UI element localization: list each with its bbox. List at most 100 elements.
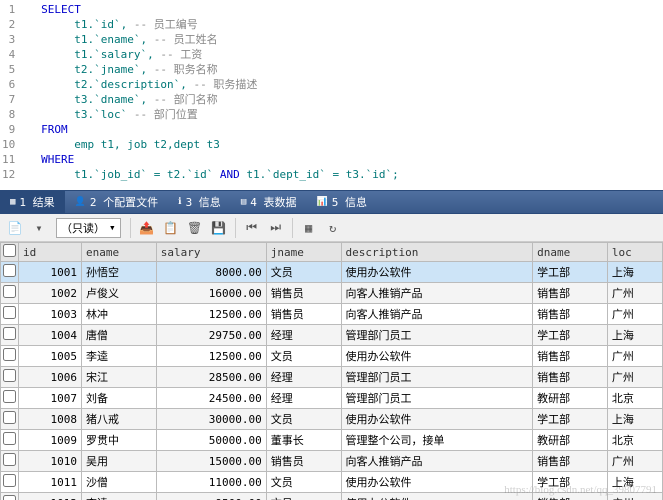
cell-ename[interactable]: 卢俊义 — [82, 283, 157, 304]
row-checkbox[interactable] — [3, 306, 16, 319]
cell-jname[interactable]: 经理 — [266, 388, 341, 409]
cell-salary[interactable]: 9500.00 — [156, 493, 266, 500]
cell-jname[interactable]: 文员 — [266, 346, 341, 367]
cell-id[interactable]: 1008 — [19, 409, 82, 430]
cell-loc[interactable]: 广州 — [607, 346, 662, 367]
cell-jname[interactable]: 文员 — [266, 493, 341, 500]
cell-dname[interactable]: 学工部 — [533, 325, 608, 346]
cell-id[interactable]: 1004 — [19, 325, 82, 346]
cell-loc[interactable]: 北京 — [607, 430, 662, 451]
cell-salary[interactable]: 15000.00 — [156, 451, 266, 472]
cell-dname[interactable]: 学工部 — [533, 472, 608, 493]
table-row[interactable]: 1004唐僧29750.00经理管理部门员工学工部上海 — [1, 325, 663, 346]
first-button[interactable]: ⏮ — [241, 217, 263, 239]
cell-loc[interactable]: 上海 — [607, 409, 662, 430]
tab-result[interactable]: ▦1 结果 — [0, 190, 65, 214]
cell-description[interactable]: 向客人推销产品 — [341, 283, 533, 304]
cell-loc[interactable]: 上海 — [607, 325, 662, 346]
cell-jname[interactable]: 销售员 — [266, 304, 341, 325]
cell-ename[interactable]: 唐僧 — [82, 325, 157, 346]
cell-loc[interactable]: 广州 — [607, 304, 662, 325]
cell-ename[interactable]: 李逵 — [82, 493, 157, 500]
col-loc[interactable]: loc — [607, 243, 662, 262]
row-checkbox[interactable] — [3, 390, 16, 403]
col-salary[interactable]: salary — [156, 243, 266, 262]
refresh-button[interactable]: ↻ — [322, 217, 344, 239]
cell-salary[interactable]: 50000.00 — [156, 430, 266, 451]
table-row[interactable]: 1012李逵9500.00文员使用办公软件销售部广州 — [1, 493, 663, 500]
tab-tabledata[interactable]: ▤4 表数据 — [231, 190, 307, 214]
cell-id[interactable]: 1005 — [19, 346, 82, 367]
row-checkbox[interactable] — [3, 264, 16, 277]
cell-ename[interactable]: 刘备 — [82, 388, 157, 409]
cell-salary[interactable]: 11000.00 — [156, 472, 266, 493]
sql-editor[interactable]: 123456789101112 SELECT t1.`id`, -- 员工编号 … — [0, 0, 663, 190]
cell-salary[interactable]: 30000.00 — [156, 409, 266, 430]
col-description[interactable]: description — [341, 243, 533, 262]
cell-description[interactable]: 使用办公软件 — [341, 346, 533, 367]
cell-description[interactable]: 管理部门员工 — [341, 367, 533, 388]
cell-description[interactable]: 管理整个公司，接单 — [341, 430, 533, 451]
cell-description[interactable]: 管理部门员工 — [341, 388, 533, 409]
cell-description[interactable]: 使用办公软件 — [341, 493, 533, 500]
cell-dname[interactable]: 教研部 — [533, 430, 608, 451]
cell-dname[interactable]: 学工部 — [533, 409, 608, 430]
col-id[interactable]: id — [19, 243, 82, 262]
table-row[interactable]: 1011沙僧11000.00文员使用办公软件学工部上海 — [1, 472, 663, 493]
copy-button[interactable]: 📋 — [160, 217, 182, 239]
cell-loc[interactable]: 广州 — [607, 451, 662, 472]
tab-profile[interactable]: 👤2 个配置文件 — [65, 190, 168, 214]
cell-loc[interactable]: 广州 — [607, 283, 662, 304]
cell-dname[interactable]: 销售部 — [533, 451, 608, 472]
tab-info2[interactable]: 📊5 信息 — [306, 190, 376, 214]
insert-row-button[interactable]: 📄 — [4, 217, 26, 239]
cell-salary[interactable]: 16000.00 — [156, 283, 266, 304]
col-ename[interactable]: ename — [82, 243, 157, 262]
table-row[interactable]: 1010吴用15000.00销售员向客人推销产品销售部广州 — [1, 451, 663, 472]
dropdown-button[interactable]: ▾ — [28, 217, 50, 239]
cell-jname[interactable]: 经理 — [266, 367, 341, 388]
cell-dname[interactable]: 销售部 — [533, 493, 608, 500]
cell-loc[interactable]: 上海 — [607, 472, 662, 493]
export-button[interactable]: 📤 — [136, 217, 158, 239]
cell-salary[interactable]: 29750.00 — [156, 325, 266, 346]
cell-id[interactable]: 1006 — [19, 367, 82, 388]
tab-info[interactable]: ℹ3 信息 — [168, 190, 231, 214]
cell-description[interactable]: 使用办公软件 — [341, 472, 533, 493]
row-checkbox[interactable] — [3, 411, 16, 424]
cell-jname[interactable]: 销售员 — [266, 451, 341, 472]
table-row[interactable]: 1009罗贯中50000.00董事长管理整个公司，接单教研部北京 — [1, 430, 663, 451]
cell-dname[interactable]: 销售部 — [533, 367, 608, 388]
delete-button[interactable]: 🗑 — [184, 217, 206, 239]
cell-dname[interactable]: 销售部 — [533, 304, 608, 325]
table-row[interactable]: 1005李逵12500.00文员使用办公软件销售部广州 — [1, 346, 663, 367]
col-dname[interactable]: dname — [533, 243, 608, 262]
code-area[interactable]: SELECT t1.`id`, -- 员工编号 t1.`ename`, -- 员… — [21, 0, 399, 190]
row-checkbox[interactable] — [3, 285, 16, 298]
cell-salary[interactable]: 28500.00 — [156, 367, 266, 388]
cell-loc[interactable]: 上海 — [607, 262, 662, 283]
cell-loc[interactable]: 广州 — [607, 367, 662, 388]
cell-dname[interactable]: 销售部 — [533, 346, 608, 367]
col-checkbox[interactable] — [1, 243, 19, 262]
cell-loc[interactable]: 广州 — [607, 493, 662, 500]
cell-description[interactable]: 向客人推销产品 — [341, 451, 533, 472]
result-grid[interactable]: idenamesalaryjnamedescriptiondnameloc 10… — [0, 242, 663, 500]
row-checkbox[interactable] — [3, 474, 16, 487]
cell-dname[interactable]: 教研部 — [533, 388, 608, 409]
cell-description[interactable]: 向客人推销产品 — [341, 304, 533, 325]
table-row[interactable]: 1008猪八戒30000.00文员使用办公软件学工部上海 — [1, 409, 663, 430]
cell-ename[interactable]: 李逵 — [82, 346, 157, 367]
cell-id[interactable]: 1007 — [19, 388, 82, 409]
col-jname[interactable]: jname — [266, 243, 341, 262]
cell-ename[interactable]: 沙僧 — [82, 472, 157, 493]
cell-jname[interactable]: 董事长 — [266, 430, 341, 451]
cell-salary[interactable]: 8000.00 — [156, 262, 266, 283]
cell-ename[interactable]: 猪八戒 — [82, 409, 157, 430]
cell-jname[interactable]: 文员 — [266, 409, 341, 430]
cell-id[interactable]: 1001 — [19, 262, 82, 283]
row-checkbox[interactable] — [3, 327, 16, 340]
cell-ename[interactable]: 吴用 — [82, 451, 157, 472]
cell-id[interactable]: 1010 — [19, 451, 82, 472]
cell-salary[interactable]: 12500.00 — [156, 304, 266, 325]
